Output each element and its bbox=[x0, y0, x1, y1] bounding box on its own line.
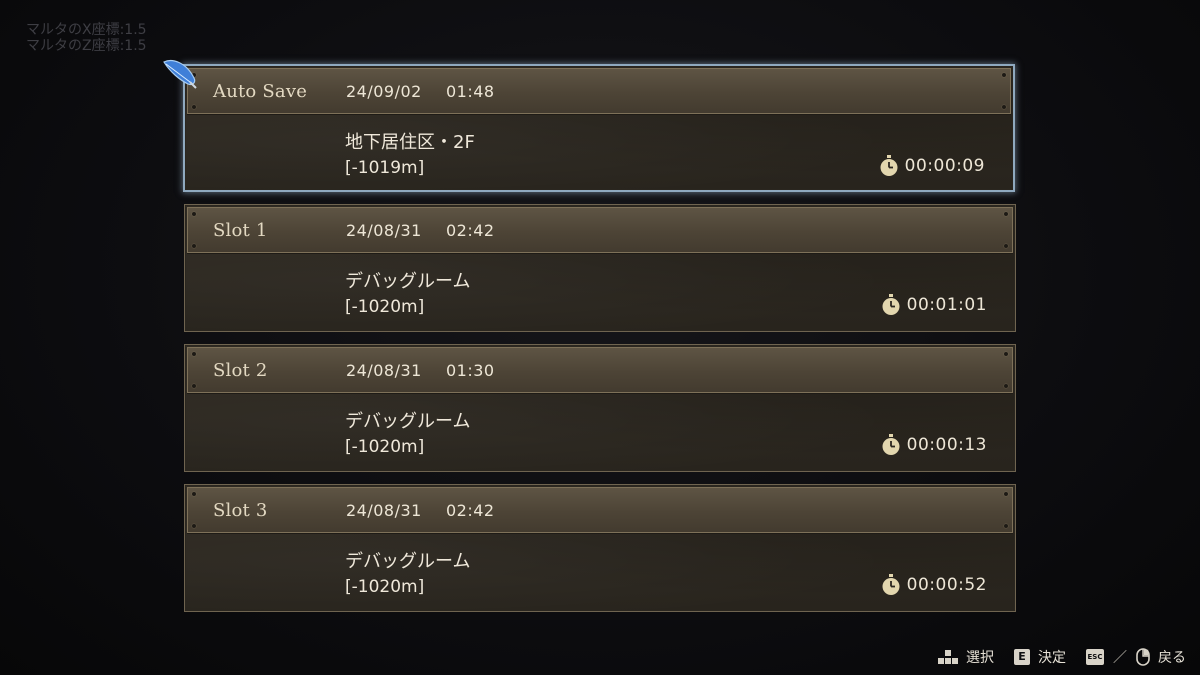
slot-playtime: 00:00:09 bbox=[879, 155, 985, 177]
slot-location: デバッグルーム bbox=[345, 551, 471, 572]
save-load-screen: マルタのX座標:1.5 マルタのZ座標:1.5 Auto Save 24/09/… bbox=[0, 0, 1200, 675]
debug-x-coordinate: マルタのX座標:1.5 bbox=[26, 22, 147, 38]
slot-time: 02:42 bbox=[446, 501, 495, 520]
save-slot-3[interactable]: Slot 3 24/08/31 02:42 デバッグルーム [-1020m] 0… bbox=[184, 484, 1016, 612]
rivet-decoration bbox=[192, 244, 196, 248]
slot-location: デバッグルーム bbox=[345, 411, 471, 432]
rivet-decoration bbox=[192, 105, 196, 109]
slot-header: Slot 1 24/08/31 02:42 bbox=[187, 207, 1013, 253]
hint-select: 選択 bbox=[938, 647, 994, 667]
esc-key-icon: ESC bbox=[1086, 649, 1104, 665]
feather-icon bbox=[163, 59, 197, 89]
slot-time: 02:42 bbox=[446, 221, 495, 240]
rivet-decoration bbox=[1004, 492, 1008, 496]
slot-date: 24/08/31 bbox=[346, 361, 422, 380]
confirm-label: 決定 bbox=[1038, 650, 1066, 666]
slot-depth: [-1019m] bbox=[345, 158, 425, 178]
playtime-value: 00:01:01 bbox=[906, 295, 987, 315]
rivet-decoration bbox=[192, 384, 196, 388]
slot-header: Auto Save 24/09/02 01:48 bbox=[187, 68, 1011, 114]
playtime-value: 00:00:52 bbox=[906, 575, 987, 595]
slot-depth: [-1020m] bbox=[345, 577, 425, 597]
dpad-icon bbox=[938, 650, 958, 664]
rivet-decoration bbox=[1002, 105, 1006, 109]
rivet-decoration bbox=[192, 212, 196, 216]
rivet-decoration bbox=[192, 492, 196, 496]
slot-date: 24/09/02 bbox=[346, 82, 422, 101]
debug-z-coordinate: マルタのZ座標:1.5 bbox=[26, 38, 147, 54]
slot-location: デバッグルーム bbox=[345, 271, 471, 292]
rivet-decoration bbox=[1002, 73, 1006, 77]
slot-location: 地下居住区・2F bbox=[345, 132, 475, 153]
back-label: 戻る bbox=[1158, 650, 1186, 666]
hint-back: ESC ／ 戻る bbox=[1086, 647, 1186, 667]
rivet-decoration bbox=[1004, 212, 1008, 216]
rivet-decoration bbox=[1004, 524, 1008, 528]
rivet-decoration bbox=[1004, 244, 1008, 248]
slot-time: 01:48 bbox=[446, 82, 495, 101]
rivet-decoration bbox=[1004, 352, 1008, 356]
slot-name: Slot 1 bbox=[213, 220, 268, 241]
e-key-icon: E bbox=[1014, 649, 1030, 665]
slot-depth: [-1020m] bbox=[345, 297, 425, 317]
control-hints: 選択 E 決定 ESC ／ 戻る bbox=[938, 647, 1186, 667]
save-slot-list: Auto Save 24/09/02 01:48 地下居住区・2F [-1019… bbox=[183, 64, 1016, 624]
save-slot-1[interactable]: Slot 1 24/08/31 02:42 デバッグルーム [-1020m] 0… bbox=[184, 204, 1016, 332]
slot-playtime: 00:01:01 bbox=[881, 294, 987, 316]
slot-name: Slot 3 bbox=[213, 500, 268, 521]
playtime-value: 00:00:09 bbox=[904, 156, 985, 176]
slot-header: Slot 2 24/08/31 01:30 bbox=[187, 347, 1013, 393]
mouse-icon bbox=[1136, 648, 1150, 666]
save-slot-2[interactable]: Slot 2 24/08/31 01:30 デバッグルーム [-1020m] 0… bbox=[184, 344, 1016, 472]
playtime-value: 00:00:13 bbox=[906, 435, 987, 455]
separator-slash: ／ bbox=[1113, 650, 1127, 666]
save-slot-auto[interactable]: Auto Save 24/09/02 01:48 地下居住区・2F [-1019… bbox=[183, 64, 1015, 192]
slot-playtime: 00:00:52 bbox=[881, 574, 987, 596]
debug-overlay: マルタのX座標:1.5 マルタのZ座標:1.5 bbox=[26, 22, 147, 54]
slot-playtime: 00:00:13 bbox=[881, 434, 987, 456]
slot-date: 24/08/31 bbox=[346, 221, 422, 240]
slot-date: 24/08/31 bbox=[346, 501, 422, 520]
rivet-decoration bbox=[192, 352, 196, 356]
select-label: 選択 bbox=[966, 650, 994, 666]
slot-header: Slot 3 24/08/31 02:42 bbox=[187, 487, 1013, 533]
slot-name: Slot 2 bbox=[213, 360, 268, 381]
stopwatch-icon bbox=[882, 574, 900, 595]
stopwatch-icon bbox=[882, 294, 900, 315]
stopwatch-icon bbox=[880, 155, 898, 176]
slot-time: 01:30 bbox=[446, 361, 495, 380]
rivet-decoration bbox=[192, 524, 196, 528]
stopwatch-icon bbox=[882, 434, 900, 455]
rivet-decoration bbox=[1004, 384, 1008, 388]
slot-name: Auto Save bbox=[213, 81, 308, 102]
hint-confirm: E 決定 bbox=[1014, 647, 1066, 667]
slot-depth: [-1020m] bbox=[345, 437, 425, 457]
